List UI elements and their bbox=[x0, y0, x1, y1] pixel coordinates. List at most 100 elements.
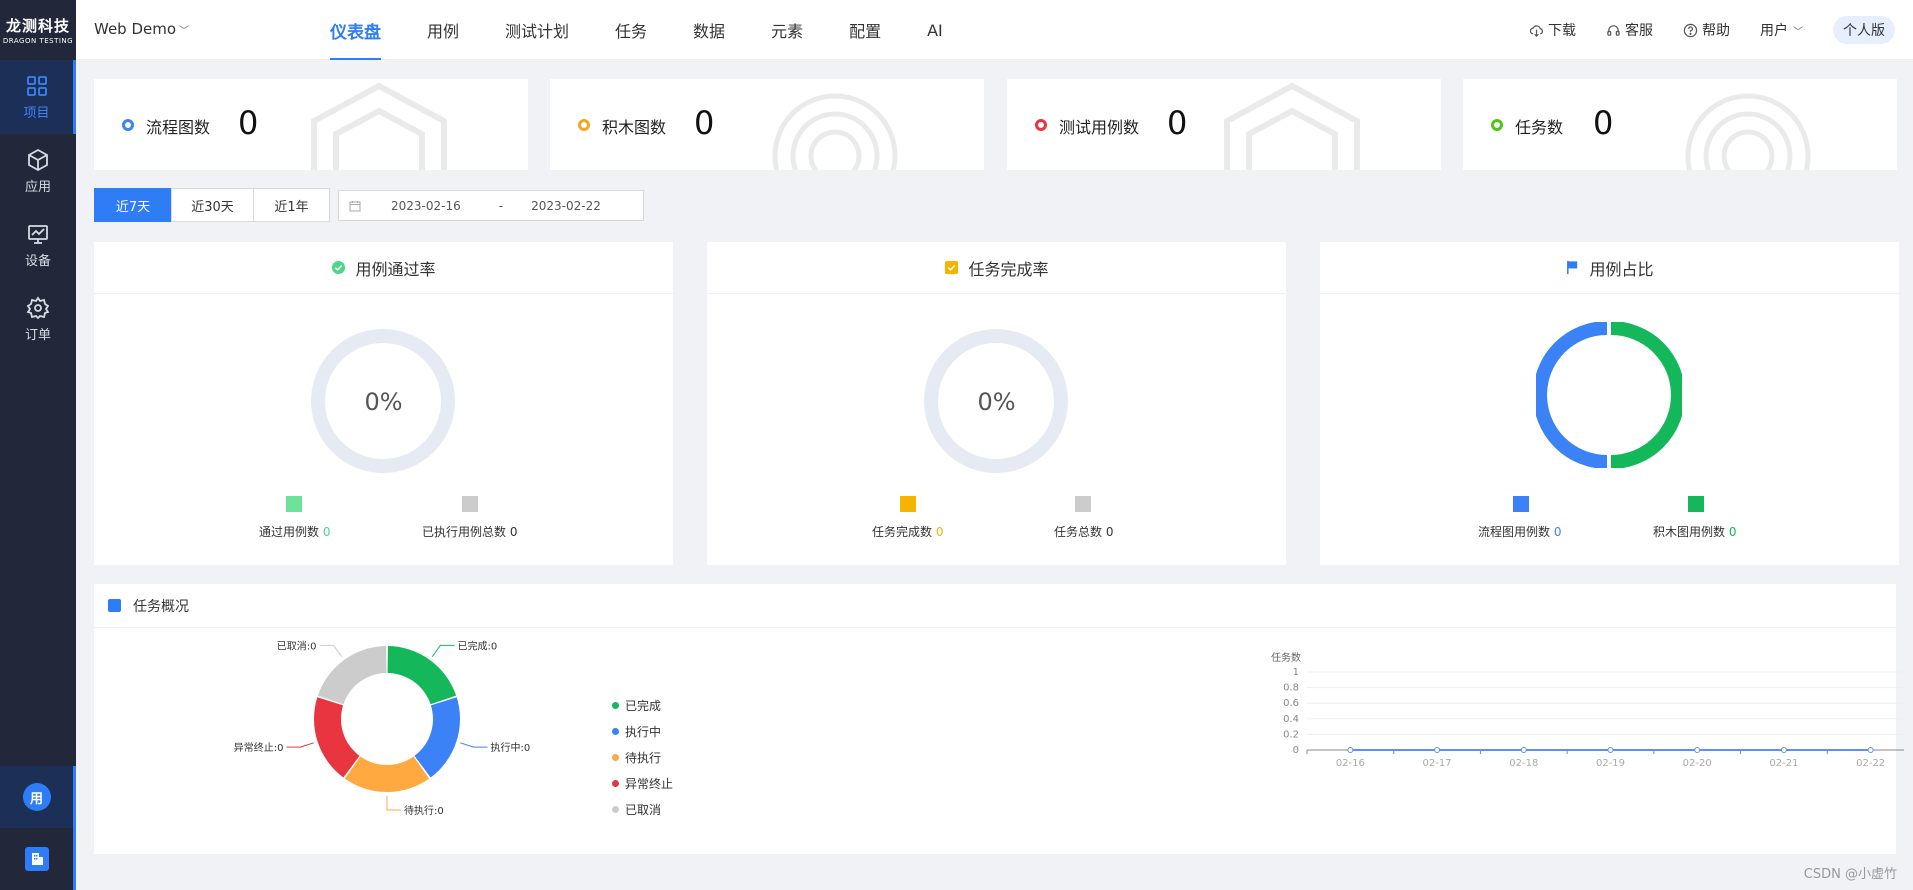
y-axis-label: 任务数 bbox=[1271, 651, 1301, 664]
pie-slice-1[interactable] bbox=[387, 646, 457, 705]
data-point[interactable] bbox=[1780, 747, 1787, 753]
logo[interactable]: 龙测科技 DRAGON TESTING bbox=[0, 0, 76, 60]
headset-icon bbox=[1607, 24, 1620, 36]
task-count-line-chart: 任务数 0 0.2 0.4 0.6 0.8 1 02-16 02-17 02-18 02-19 02-… bbox=[1271, 651, 1904, 769]
date-start[interactable]: 2023-02-16 bbox=[391, 199, 461, 213]
tab-data[interactable]: 数据 bbox=[693, 0, 725, 60]
sidebar: 龙测科技 DRAGON TESTING 项目 应用 设备 订单 用 bbox=[0, 0, 76, 890]
data-point[interactable] bbox=[1607, 747, 1614, 753]
pie-label-line bbox=[431, 644, 455, 657]
download-label: 下载 bbox=[1548, 23, 1576, 39]
range-30d-button[interactable]: 近30天 bbox=[171, 188, 254, 222]
legend-value: 0 bbox=[1553, 525, 1562, 539]
help-icon bbox=[1683, 23, 1698, 37]
pie-slice-4[interactable] bbox=[314, 697, 360, 778]
pie-slice-5[interactable] bbox=[317, 646, 387, 705]
building-icon bbox=[24, 847, 49, 871]
legend-value: 0 bbox=[1728, 525, 1737, 539]
pie-data-label: 执行中:0 bbox=[491, 741, 531, 754]
x-tick-label: 02-16 bbox=[1336, 758, 1365, 769]
range-buttons: 近7天 近30天 近1年 bbox=[94, 188, 330, 222]
legend-swatch bbox=[286, 496, 302, 512]
tab-ai[interactable]: AI bbox=[927, 0, 943, 60]
pie-label-line bbox=[319, 644, 343, 657]
checkbox-icon bbox=[945, 260, 959, 275]
pie-slice-2[interactable] bbox=[414, 697, 460, 778]
calendar-icon bbox=[349, 200, 361, 211]
watermark: CSDN @小虚竹 bbox=[1803, 867, 1897, 882]
y-tick-label: 0.6 bbox=[1283, 698, 1299, 709]
legend-label: 流程图用例数 bbox=[1478, 525, 1551, 539]
legend-dot bbox=[612, 805, 619, 813]
sidebar-item-label: 订单 bbox=[24, 327, 51, 343]
date-end[interactable]: 2023-02-22 bbox=[531, 199, 601, 213]
panel-header: 任务完成率 bbox=[707, 242, 1286, 294]
y-tick-label: 1 bbox=[1293, 667, 1299, 678]
data-point[interactable] bbox=[1434, 747, 1441, 753]
panel-case-ratio: 用例占比 流程图用例数 0 积木图用例数 0 bbox=[1320, 242, 1899, 565]
pie-legend-item[interactable]: 执行中 bbox=[612, 718, 673, 744]
legend-value: 0 bbox=[322, 525, 331, 539]
pie-slice-3[interactable] bbox=[344, 756, 430, 792]
legend-label: 已完成 bbox=[625, 698, 662, 713]
pie-legend-item[interactable]: 已取消 bbox=[612, 796, 673, 822]
legend-completed: 任务完成数 0 bbox=[872, 523, 943, 540]
gear-icon bbox=[26, 295, 50, 319]
x-tick-label: 02-21 bbox=[1769, 758, 1798, 769]
sidebar-item-app[interactable]: 应用 bbox=[0, 134, 76, 208]
pie-data-label: 异常终止:0 bbox=[234, 741, 284, 754]
cloud-download-icon bbox=[1529, 24, 1543, 37]
project-select[interactable]: Web Demo ﹀ bbox=[94, 20, 189, 38]
legend-label: 任务总数 bbox=[1054, 525, 1103, 539]
user-menu[interactable]: 用户 ﹀ bbox=[1760, 20, 1803, 40]
target-watermark-icon bbox=[1685, 93, 1811, 170]
pie-legend-item[interactable]: 异常终止 bbox=[612, 770, 673, 796]
help-button[interactable]: 帮助 bbox=[1683, 20, 1730, 40]
y-tick-label: 0.8 bbox=[1283, 683, 1299, 694]
grid-icon bbox=[26, 75, 47, 96]
sidebar-item-project[interactable]: 项目 bbox=[0, 60, 76, 134]
tab-config[interactable]: 配置 bbox=[849, 0, 881, 60]
edition-badge[interactable]: 个人版 bbox=[1833, 16, 1895, 44]
tab-test-plan[interactable]: 测试计划 bbox=[505, 0, 569, 60]
user-badge-button[interactable]: 用 bbox=[0, 766, 76, 828]
check-circle-icon bbox=[332, 260, 346, 275]
x-tick-label: 02-22 bbox=[1856, 758, 1885, 769]
range-7d-button[interactable]: 近7天 bbox=[94, 188, 172, 222]
tab-cases[interactable]: 用例 bbox=[427, 0, 459, 60]
legend-swatch bbox=[462, 496, 478, 512]
building-button[interactable] bbox=[0, 828, 76, 890]
data-point[interactable] bbox=[1867, 747, 1874, 753]
legend-passed: 通过用例数 0 bbox=[259, 523, 330, 540]
pie-data-label: 已取消:0 bbox=[277, 639, 317, 652]
top-header: Web Demo ﹀ 仪表盘 用例 测试计划 任务 数据 元素 配置 AI 下载 … bbox=[76, 0, 1913, 60]
pie-legend-item[interactable]: 待执行 bbox=[612, 744, 673, 770]
pie-legend-item[interactable]: 已完成 bbox=[612, 692, 673, 718]
download-button[interactable]: 下载 bbox=[1529, 20, 1576, 40]
date-range-picker[interactable]: 2023-02-16 - 2023-02-22 bbox=[338, 190, 644, 221]
cube-icon bbox=[28, 148, 48, 171]
logo-en: DRAGON TESTING bbox=[2, 37, 74, 45]
data-point[interactable] bbox=[1520, 747, 1527, 753]
tab-tasks[interactable]: 任务 bbox=[615, 0, 647, 60]
pie-legend: 已完成 执行中 待执行 异常终止 已取消 bbox=[612, 692, 673, 822]
panel-pass-rate: 用例通过率 0% 通过用例数 0 已执行用例总数 0 bbox=[94, 242, 673, 565]
sidebar-item-device[interactable]: 设备 bbox=[0, 208, 76, 282]
stat-dot bbox=[122, 119, 134, 131]
panel-title: 用例占比 bbox=[1589, 259, 1654, 279]
legend-label: 通过用例数 bbox=[259, 525, 320, 539]
list-icon bbox=[108, 599, 121, 612]
data-point[interactable] bbox=[1347, 747, 1354, 753]
hexagon-watermark-icon bbox=[1224, 82, 1360, 170]
case-ratio-donut bbox=[1536, 322, 1682, 468]
top-tabs: 仪表盘 用例 测试计划 任务 数据 元素 配置 AI bbox=[330, 0, 989, 60]
service-button[interactable]: 客服 bbox=[1606, 20, 1653, 40]
range-1y-button[interactable]: 近1年 bbox=[253, 188, 330, 222]
legend-label: 执行中 bbox=[625, 724, 662, 739]
tab-dashboard[interactable]: 仪表盘 bbox=[330, 0, 381, 60]
sidebar-bottom: 用 bbox=[0, 766, 76, 890]
data-point[interactable] bbox=[1694, 747, 1701, 753]
tab-elements[interactable]: 元素 bbox=[771, 0, 803, 60]
sidebar-item-order[interactable]: 订单 bbox=[0, 282, 76, 356]
task-overview-panel: 任务概况 已完成:0 执行中:0 待执行:0 异常终止:0 已取消:0 已完成 执行中 … bbox=[94, 584, 1904, 854]
